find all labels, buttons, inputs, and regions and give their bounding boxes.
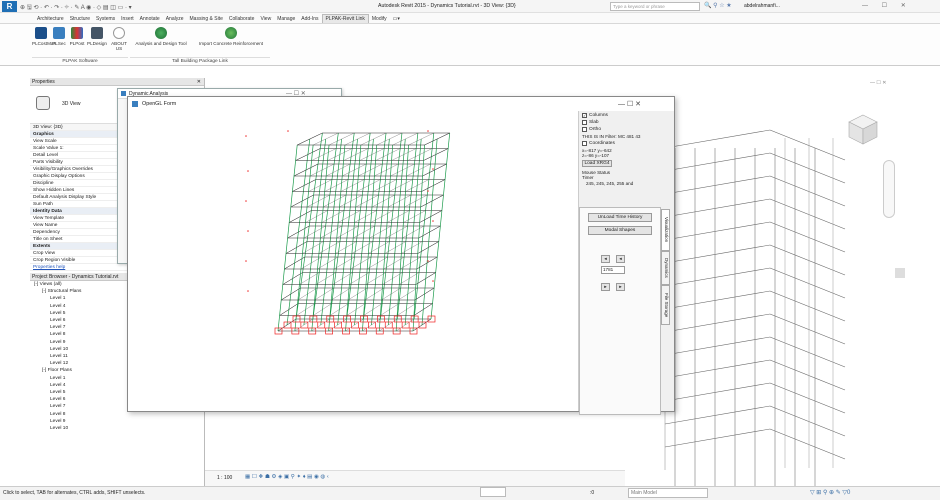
pldesign-button[interactable]: PLDesign <box>86 27 108 46</box>
view-control-icons[interactable]: ▦ ☐ ❖ ☗ ⚙ ◈ ▣ ⚲ ✦ ♦ ▤ ◉ ◍ ‹ <box>245 474 329 480</box>
mouse-status-value: 245, 245, 245, 255 and <box>586 181 634 186</box>
quick-access-toolbar[interactable]: ⊕ 🖫 ⟲ · ↶ · ↷ · ⌖ · ✎ A ◉ · ◇ ▤ ◫ ▭ · ▾ <box>20 3 132 13</box>
ribbon-tab[interactable]: Add-Ins <box>298 15 321 23</box>
slab-checkbox[interactable]: Slab <box>582 120 674 125</box>
filter-info: THIS IS IN Filter: MC 481 43 <box>582 134 641 139</box>
status-right-icons[interactable]: ▽ ⊞ ⚲ ⊕ ✎ ▽0 <box>810 487 850 500</box>
columns-checkbox[interactable]: ✓ Columns <box>582 113 674 118</box>
structure-3d-view[interactable] <box>128 111 578 411</box>
control-panel: ✓ Columns Slab Ortho THIS IS IN Filter: M… <box>578 111 674 415</box>
search-input[interactable]: Type a keyword or phrase <box>610 2 700 11</box>
window-title: Autodesk Revit 2015 - Dynamics Tutorial.… <box>378 3 516 9</box>
infocenter-icons[interactable]: 🔍 ⚲ ☆ ★ <box>704 2 732 9</box>
opengl-window-title: OpenGL Form <box>142 101 177 107</box>
properties-header: Properties ✕ <box>30 78 204 86</box>
ribbon-tab[interactable]: Massing & Site <box>187 15 226 23</box>
mouse-status: Mouse Status Timer <box>582 170 611 180</box>
status-bar: Click to select, TAB for alternates, CTR… <box>0 486 940 500</box>
ribbon-tab[interactable]: Architecture <box>34 15 67 23</box>
globe-icon <box>155 27 167 39</box>
coordinates-check-icon <box>582 141 587 146</box>
ribbon-tab[interactable]: Annotate <box>137 15 163 23</box>
ribbon-tab-bar: Architecture Structure Systems Insert Annota… <box>0 13 940 24</box>
plpost-button[interactable]: PLPost <box>68 27 86 46</box>
plpost-icon <box>71 27 83 39</box>
ribbon-tab[interactable]: Modify <box>369 15 390 23</box>
revit-logo-icon[interactable]: R <box>2 1 17 12</box>
app-icon <box>121 91 126 96</box>
globe-icon-2 <box>225 27 237 39</box>
ribbon-tab[interactable]: Collaborate <box>226 15 258 23</box>
user-name[interactable]: abdelrahmanfi... <box>744 3 780 9</box>
ribbon-tab[interactable]: Manage <box>274 15 298 23</box>
group-plpak-software: PLPAK Software <box>32 57 128 64</box>
ortho-checkbox[interactable]: Ortho <box>582 127 674 132</box>
next-button[interactable]: ► <box>601 283 610 291</box>
ribbon-tabs: Architecture Structure Systems Insert Annota… <box>34 14 403 23</box>
about-us-button[interactable]: ABOUT US <box>108 27 130 51</box>
status-zero: :0 <box>590 490 595 496</box>
unload-time-history-button[interactable]: UnLoad Time History <box>588 213 652 222</box>
tab-file-storage[interactable]: File Storage <box>661 285 670 325</box>
ribbon-tab[interactable]: Structure <box>67 15 93 23</box>
about-icon <box>113 27 125 39</box>
tab-page: UnLoad Time History Modal Shapes ◄ ◄ 178… <box>579 207 661 415</box>
analysis-design-tool-button[interactable]: Analysis and Design Tool <box>130 27 192 46</box>
coordinates-readout: x=-817 y=-642 z=-86 y=-107 <box>582 148 612 158</box>
columns-check-icon: ✓ <box>582 113 587 118</box>
app-icon <box>132 101 138 107</box>
view-scale[interactable]: 1 : 100 <box>217 475 232 481</box>
status-text: Click to select, TAB for alternates, CTR… <box>3 490 146 496</box>
browser-item[interactable]: Level 10 <box>34 425 204 432</box>
browser-item[interactable]: Level 9 <box>34 418 204 425</box>
play-button[interactable]: ► <box>616 283 625 291</box>
plcostman-button[interactable]: PLCostMan <box>32 27 56 46</box>
opengl-form-window[interactable]: OpenGL Form — ☐ ✕ ✓ Columns Slab Ortho TH… <box>127 96 675 415</box>
prev-button[interactable]: ◄ <box>616 255 625 263</box>
ribbon-tab[interactable]: Analyze <box>163 15 187 23</box>
ribbon-panel: PLCostMan PLSec PLPost PLDesign ABOUT US… <box>0 24 940 66</box>
ribbon-tab[interactable]: ▭▾ <box>390 15 403 23</box>
ortho-check-icon <box>582 127 587 132</box>
ribbon-tab[interactable]: Insert <box>118 15 137 23</box>
3d-view-icon <box>36 96 50 110</box>
pldesign-icon <box>91 27 103 39</box>
canvas-window-controls[interactable]: — ☐ ✕ <box>870 80 886 86</box>
import-reinforcement-button[interactable]: Import Concrete Reinforcement <box>194 27 268 46</box>
opengl-window-controls[interactable]: — ☐ ✕ <box>618 100 641 108</box>
window-controls[interactable]: — ☐ ✕ <box>862 2 912 9</box>
design-option-select[interactable]: Main Model <box>628 488 708 498</box>
frame-input[interactable]: 1781 <box>601 266 625 274</box>
tab-visualization[interactable]: Visualization <box>661 209 670 251</box>
view-control-bar: 1 : 100 ▦ ☐ ❖ ☗ ⚙ ◈ ▣ ⚲ ✦ ♦ ▤ ◉ ◍ ‹ <box>205 470 625 486</box>
plsec-button[interactable]: PLSec <box>50 27 68 46</box>
ribbon-tab[interactable]: Systems <box>93 15 118 23</box>
tab-dynamics[interactable]: Dynamics <box>661 251 670 285</box>
title-bar: R ⊕ 🖫 ⟲ · ↶ · ↷ · ⌖ · ✎ A ◉ · ◇ ▤ ◫ ▭ · … <box>0 0 940 13</box>
ribbon-tab[interactable]: PLPAK-Revit Link <box>321 14 369 23</box>
plsec-icon <box>53 27 65 39</box>
plcostman-icon <box>35 27 47 39</box>
type-name: 3D View <box>62 101 81 107</box>
ribbon-tab[interactable]: View <box>257 15 274 23</box>
group-tall-building: Tall Building Package Link <box>130 57 270 64</box>
coordinates-checkbox[interactable]: Coordinates <box>582 141 674 146</box>
load-button[interactable]: Load XRG4 <box>582 160 612 167</box>
modal-shapes-button[interactable]: Modal Shapes <box>588 226 652 235</box>
opengl-title-bar: OpenGL Form — ☐ ✕ <box>128 97 674 111</box>
workset-field[interactable] <box>480 487 506 497</box>
close-icon[interactable]: ✕ <box>197 78 201 86</box>
prev-fast-button[interactable]: ◄ <box>601 255 610 263</box>
slab-check-icon <box>582 120 587 125</box>
